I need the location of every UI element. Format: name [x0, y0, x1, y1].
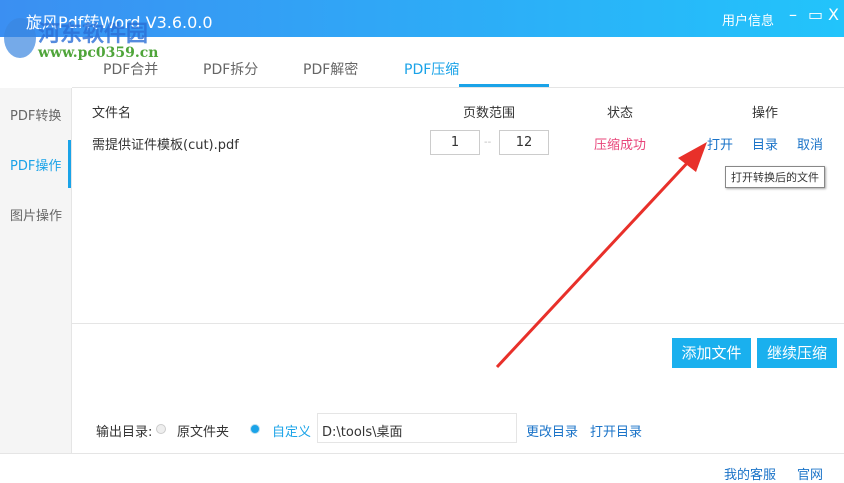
red-arrow-annotation — [495, 142, 707, 369]
